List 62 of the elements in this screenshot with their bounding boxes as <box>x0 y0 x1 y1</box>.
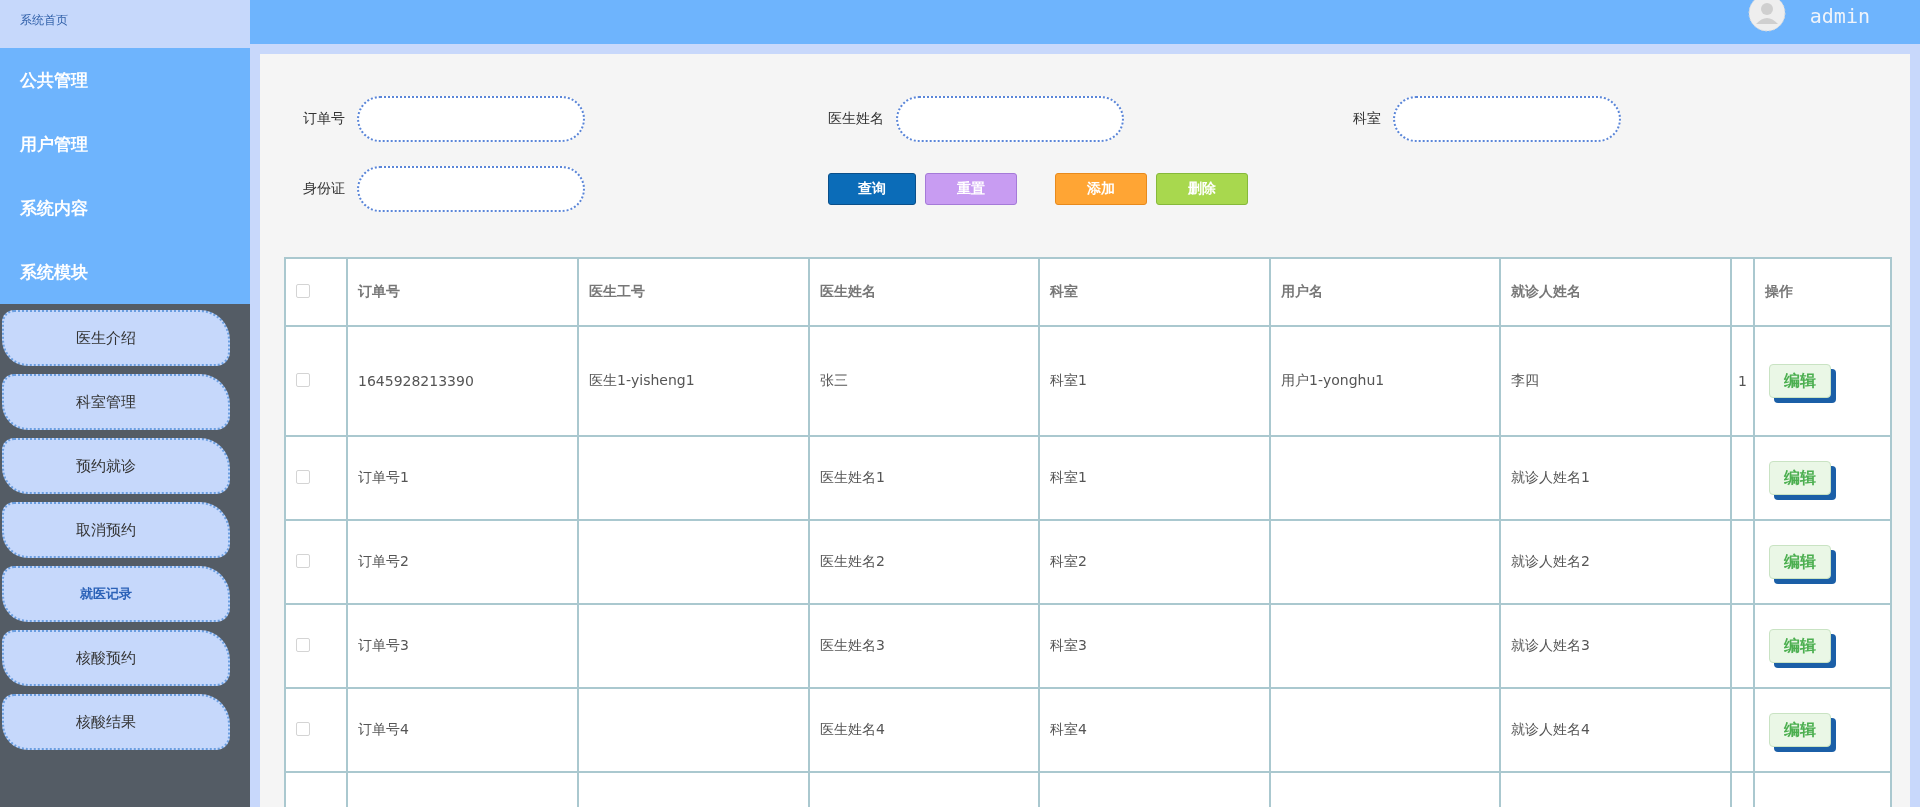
query-button[interactable]: 查询 <box>828 173 916 205</box>
row-checkbox[interactable] <box>296 637 310 652</box>
reset-button[interactable]: 重置 <box>925 173 1017 205</box>
delete-button[interactable]: 删除 <box>1156 173 1248 205</box>
table-cell: 医生姓名3 <box>820 637 885 653</box>
column-header: 就诊人姓名 <box>1511 283 1581 299</box>
table-cell: 医生姓名4 <box>820 721 885 737</box>
menu-group[interactable]: 公共管理 <box>0 48 250 112</box>
row-checkbox[interactable] <box>296 372 310 387</box>
table-cell: 就诊人姓名3 <box>1511 637 1590 653</box>
field-label: 医生姓名 <box>828 110 884 128</box>
field-label: 身份证 <box>303 180 345 198</box>
row-checkbox[interactable] <box>296 721 310 736</box>
table-cell: 医生姓名1 <box>820 469 885 485</box>
home-link[interactable]: 系统首页 <box>0 0 250 48</box>
field-label: 科室 <box>1353 110 1381 128</box>
menu-item[interactable]: 就医记录 <box>2 566 230 622</box>
column-header: 医生姓名 <box>820 283 876 299</box>
table-cell: 就诊人姓名4 <box>1511 721 1590 737</box>
column-header: 操作 <box>1765 283 1793 299</box>
menu-item[interactable]: 预约就诊 <box>2 438 230 494</box>
column-header: 医生工号 <box>589 283 645 299</box>
menu-group[interactable]: 系统模块 <box>0 240 250 304</box>
table-cell: 张三 <box>820 372 848 388</box>
table-cell: 科室2 <box>1050 553 1087 569</box>
table-cell: 订单号4 <box>358 721 409 737</box>
column-header: 科室 <box>1050 283 1078 299</box>
search-field[interactable] <box>357 96 585 142</box>
column-header: 订单号 <box>358 283 400 299</box>
table-cell: 医生姓名2 <box>820 553 885 569</box>
menu-item[interactable]: 科室管理 <box>2 374 230 430</box>
table-cell: 就诊人姓名2 <box>1511 553 1590 569</box>
table-cell: 科室1 <box>1050 469 1087 485</box>
table-cell: 用户1-yonghu1 <box>1281 372 1385 388</box>
menu-group[interactable]: 用户管理 <box>0 112 250 176</box>
add-button[interactable]: 添加 <box>1055 173 1147 205</box>
field-label: 订单号 <box>303 110 345 128</box>
select-all-checkbox[interactable] <box>296 283 310 298</box>
avatar-icon[interactable] <box>1747 0 1786 32</box>
table-cell: 订单号2 <box>358 553 409 569</box>
table-cell: 李四 <box>1511 372 1539 388</box>
search-field[interactable] <box>357 166 585 212</box>
table-cell: 订单号3 <box>358 637 409 653</box>
table-cell: 科室3 <box>1050 637 1087 653</box>
menu-item[interactable]: 核酸结果 <box>2 694 230 750</box>
search-field[interactable] <box>1393 96 1621 142</box>
menu-item[interactable]: 医生介绍 <box>2 310 230 366</box>
column-header: 用户名 <box>1281 283 1323 299</box>
menu-item[interactable]: 核酸预约 <box>2 630 230 686</box>
search-field[interactable] <box>896 96 1124 142</box>
row-checkbox[interactable] <box>296 469 310 484</box>
row-checkbox[interactable] <box>296 553 310 568</box>
menu-item[interactable]: 取消预约 <box>2 502 230 558</box>
table-cell: 科室1 <box>1050 372 1087 388</box>
table-cell: 科室4 <box>1050 721 1087 737</box>
table-cell: 就诊人姓名1 <box>1511 469 1590 485</box>
table-cell: 医生1-yisheng1 <box>589 372 695 388</box>
menu-group[interactable]: 系统内容 <box>0 176 250 240</box>
user-name[interactable]: admin <box>1809 4 1870 28</box>
table-cell: 订单号1 <box>358 469 409 485</box>
table-cell: 1 <box>1738 373 1747 389</box>
table-cell: 1645928213390 <box>358 373 474 389</box>
